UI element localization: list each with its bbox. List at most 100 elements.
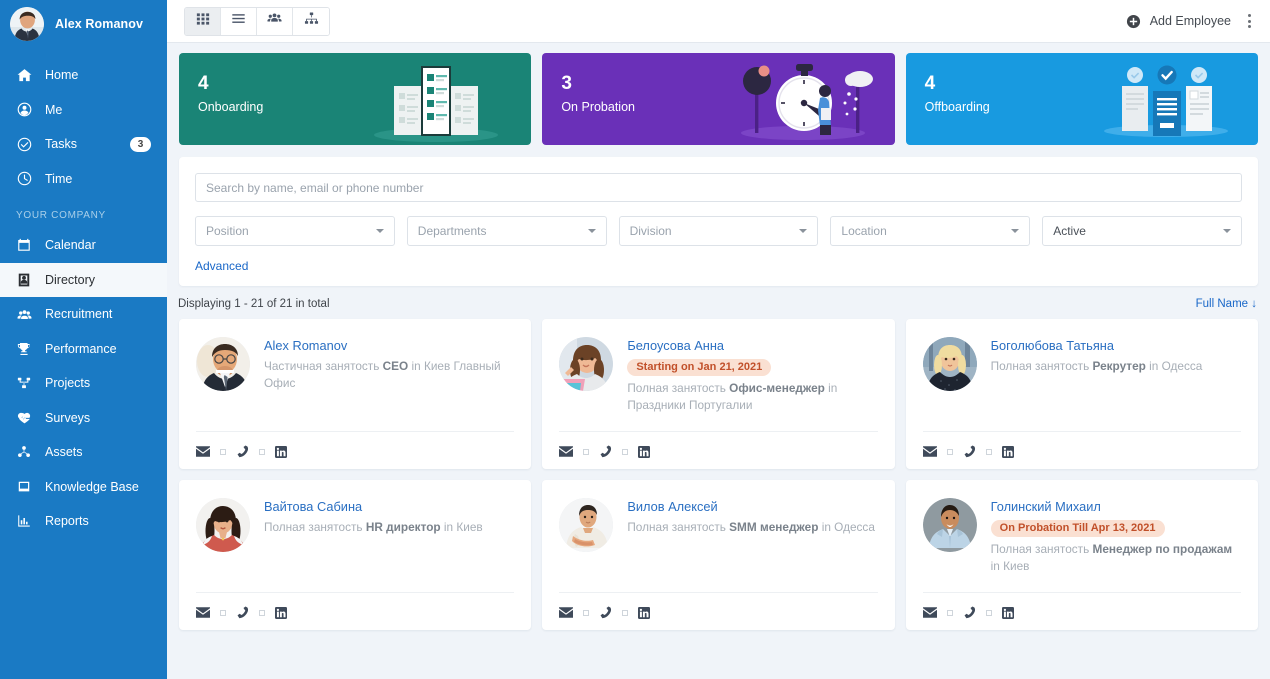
employee-location: Праздники Португалии xyxy=(627,397,753,412)
employment-type: Полная занятость xyxy=(627,519,726,534)
checklist-illustration xyxy=(1071,53,1246,145)
topbar: Add Employee xyxy=(167,0,1270,43)
employee-name[interactable]: Голинский Михаил xyxy=(991,499,1241,515)
avatar xyxy=(922,337,977,391)
employment-type: Полная занятость xyxy=(990,541,1090,556)
sidebar-item-projects[interactable]: Projects xyxy=(0,366,167,401)
check-circle-icon xyxy=(16,136,32,152)
sidebar-user[interactable]: Alex Romanov xyxy=(0,0,167,48)
departments-filter[interactable]: Departments xyxy=(406,216,607,246)
sidebar-item-surveys[interactable]: Surveys xyxy=(0,401,167,436)
employee-card[interactable]: Alex Romanov Частичная занятость CEO in … xyxy=(179,319,532,469)
employee-name[interactable]: Белоусова Анна xyxy=(627,338,877,354)
sidebar-nav: Home Me Tasks 3 Time YOUR COMPANY Calend… xyxy=(0,48,167,539)
employee-name[interactable]: Alex Romanov xyxy=(264,338,514,354)
email-icon[interactable] xyxy=(559,446,574,457)
employee-card[interactable]: Вилов Алексей Полная занятость SMM менед… xyxy=(542,480,895,630)
employee-meta: Частичная занятость CEO in Киев Главный … xyxy=(264,358,514,392)
employee-card[interactable]: Боголюбова Татьяна Полная занятость Рекр… xyxy=(905,319,1258,469)
sidebar-item-home[interactable]: Home xyxy=(0,58,167,93)
division-filter[interactable]: Division xyxy=(618,216,819,246)
phone-icon[interactable] xyxy=(963,606,976,619)
grid-view-button[interactable] xyxy=(185,7,221,35)
add-employee-button[interactable]: Add Employee xyxy=(1126,14,1231,29)
avatar xyxy=(559,337,614,391)
org-chart-icon xyxy=(304,11,319,31)
org-chart-view-button[interactable] xyxy=(293,7,329,35)
employee-position: SMM менеджер xyxy=(729,519,819,534)
sidebar-item-me[interactable]: Me xyxy=(0,93,167,128)
in-word: in xyxy=(443,519,454,534)
employee-meta: Полная занятость HR директор in Киев xyxy=(264,519,514,536)
employee-name[interactable]: Боголюбова Татьяна xyxy=(991,338,1241,354)
employee-position: Рекрутер xyxy=(1092,358,1146,373)
sort-arrow-down-icon: ↓ xyxy=(1251,298,1257,310)
status-badge: On Probation Till Apr 13, 2021 xyxy=(990,519,1165,537)
employee-location: Одесса xyxy=(834,519,875,534)
status-card-on-probation[interactable]: 3 On Probation xyxy=(542,53,895,145)
status-card-offboarding[interactable]: 4 Offboarding xyxy=(905,53,1258,145)
employee-name[interactable]: Вайтова Сабина xyxy=(264,499,514,515)
employee-card[interactable]: Белоусова Анна Starting on Jan 21, 2021 … xyxy=(542,319,895,469)
employee-location: Киев xyxy=(456,519,483,534)
location-filter[interactable]: Location xyxy=(830,216,1031,246)
list-view-button[interactable] xyxy=(221,7,257,35)
advanced-filters-link[interactable]: Advanced xyxy=(195,259,1242,273)
view-toggle-group xyxy=(184,6,330,36)
contact-separator xyxy=(583,609,590,616)
linkedin-icon[interactable] xyxy=(275,606,287,619)
sort-label: Full Name xyxy=(1195,298,1249,310)
employee-position: Менеджер по продажам xyxy=(1092,541,1233,556)
employee-card-header: Боголюбова Татьяна Полная занятость Рекр… xyxy=(922,337,1241,391)
position-filter[interactable]: Position xyxy=(195,216,395,246)
employee-card-header: Вилов Алексей Полная занятость SMM менед… xyxy=(559,498,877,552)
phone-icon[interactable] xyxy=(599,445,612,458)
sidebar-item-time[interactable]: Time xyxy=(0,162,167,197)
sidebar-item-directory[interactable]: Directory xyxy=(0,262,167,297)
sidebar-item-knowledge-base[interactable]: Knowledge Base xyxy=(0,470,167,505)
email-icon[interactable] xyxy=(196,446,210,457)
email-icon[interactable] xyxy=(559,607,574,618)
phone-icon[interactable] xyxy=(236,445,249,458)
status-filter[interactable]: Active xyxy=(1042,216,1242,246)
linkedin-icon[interactable] xyxy=(1001,445,1014,458)
linkedin-icon[interactable] xyxy=(1001,606,1014,619)
linkedin-icon[interactable] xyxy=(638,445,651,458)
email-icon[interactable] xyxy=(922,446,937,457)
vertical-dots-icon[interactable] xyxy=(1240,9,1258,33)
linkedin-icon[interactable] xyxy=(638,606,651,619)
employment-type: Частичная занятость xyxy=(264,358,380,373)
linkedin-icon[interactable] xyxy=(275,445,287,458)
sidebar-item-calendar[interactable]: Calendar xyxy=(0,228,167,263)
topbar-actions: Add Employee xyxy=(1126,9,1258,33)
sidebar-item-label: Calendar xyxy=(45,238,96,253)
grid-icon xyxy=(196,12,210,31)
phone-icon[interactable] xyxy=(236,606,249,619)
sidebar-item-assets[interactable]: Assets xyxy=(0,435,167,470)
documents-illustration xyxy=(344,53,519,145)
employee-card[interactable]: Голинский Михаил On Probation Till Apr 1… xyxy=(905,480,1258,630)
phone-icon[interactable] xyxy=(599,606,612,619)
status-card-onboarding[interactable]: 4 Onboarding xyxy=(179,53,532,145)
phone-icon[interactable] xyxy=(963,445,976,458)
employee-position: Офис-менеджер xyxy=(729,380,825,395)
team-view-button[interactable] xyxy=(257,7,293,35)
email-icon[interactable] xyxy=(196,607,210,618)
clock-icon xyxy=(16,171,32,187)
employee-info: Alex Romanov Частичная занятость CEO in … xyxy=(264,337,514,391)
employee-card-header: Белоусова Анна Starting on Jan 21, 2021 … xyxy=(559,337,877,413)
avatar xyxy=(10,7,44,41)
sidebar-item-recruitment[interactable]: Recruitment xyxy=(0,297,167,332)
contact-actions xyxy=(196,431,515,469)
search-input[interactable] xyxy=(195,173,1242,202)
contact-separator xyxy=(985,448,992,455)
employee-name[interactable]: Вилов Алексей xyxy=(627,499,877,515)
employee-card[interactable]: Вайтова Сабина Полная занятость HR дирек… xyxy=(179,480,532,630)
sidebar-item-reports[interactable]: Reports xyxy=(0,504,167,539)
employee-meta: Полная занятость Менеджер по продажам in… xyxy=(991,541,1241,575)
sidebar-item-tasks[interactable]: Tasks 3 xyxy=(0,127,167,162)
trophy-icon xyxy=(16,341,32,357)
email-icon[interactable] xyxy=(922,607,937,618)
sort-control[interactable]: Full Name ↓ xyxy=(1196,298,1257,310)
sidebar-item-performance[interactable]: Performance xyxy=(0,332,167,367)
